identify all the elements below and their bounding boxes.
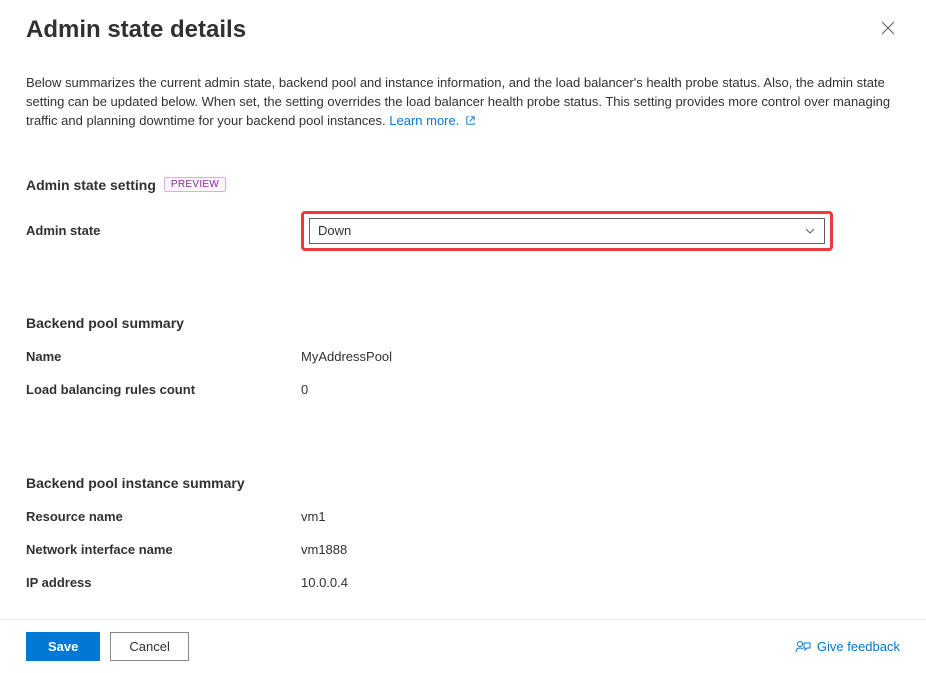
- admin-state-setting-title: Admin state setting: [26, 177, 156, 193]
- admin-state-dropdown[interactable]: Down: [309, 218, 825, 244]
- give-feedback-link[interactable]: Give feedback: [795, 639, 900, 655]
- learn-more-link[interactable]: Learn more.: [389, 113, 459, 128]
- preview-badge: PREVIEW: [164, 177, 226, 192]
- admin-state-setting-header: Admin state setting PREVIEW: [26, 177, 900, 193]
- resource-name-value: vm1: [301, 509, 326, 524]
- rules-count-label: Load balancing rules count: [26, 382, 301, 397]
- nic-name-label: Network interface name: [26, 542, 301, 557]
- admin-state-selected-value: Down: [318, 223, 351, 238]
- save-button[interactable]: Save: [26, 632, 100, 661]
- admin-state-highlight: Down: [301, 211, 833, 251]
- close-icon: [881, 21, 895, 35]
- give-feedback-label: Give feedback: [817, 639, 900, 654]
- footer-bar: Save Cancel Give feedback: [0, 619, 926, 673]
- feedback-icon: [795, 639, 811, 655]
- pool-name-label: Name: [26, 349, 301, 364]
- admin-state-label: Admin state: [26, 223, 301, 238]
- close-button[interactable]: [876, 16, 900, 40]
- backend-pool-summary-header: Backend pool summary: [26, 315, 900, 331]
- pool-name-value: MyAddressPool: [301, 349, 392, 364]
- resource-name-label: Resource name: [26, 509, 301, 524]
- description-text: Below summarizes the current admin state…: [26, 74, 896, 131]
- external-link-icon: [465, 116, 476, 128]
- cancel-button[interactable]: Cancel: [110, 632, 188, 661]
- ip-address-value: 10.0.0.4: [301, 575, 348, 590]
- description-body: Below summarizes the current admin state…: [26, 75, 890, 128]
- page-title: Admin state details: [26, 16, 246, 44]
- rules-count-value: 0: [301, 382, 308, 397]
- backend-pool-instance-summary-header: Backend pool instance summary: [26, 475, 900, 491]
- ip-address-label: IP address: [26, 575, 301, 590]
- chevron-down-icon: [804, 225, 816, 237]
- nic-name-value: vm1888: [301, 542, 347, 557]
